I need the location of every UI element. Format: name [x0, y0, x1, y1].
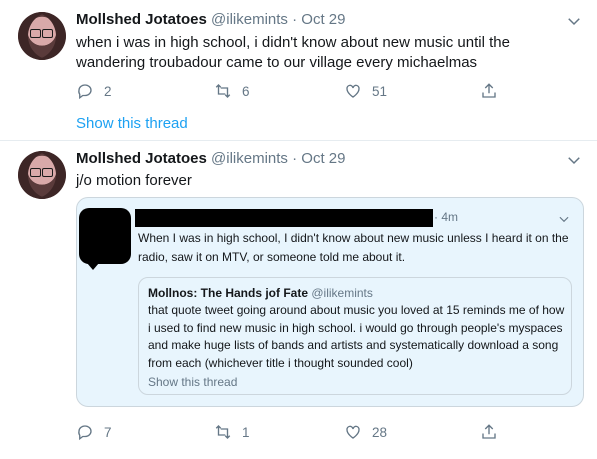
nested-author-name: Mollnos: The Hands jof Fate — [148, 286, 309, 300]
tweet-text: j/o motion forever — [76, 172, 192, 189]
share-icon — [482, 424, 496, 439]
redacted-author — [135, 209, 433, 227]
nested-tweet-header: Mollnos: The Hands jof Fate @ilikemints — [148, 286, 373, 300]
retweet-icon — [215, 425, 231, 439]
like-button[interactable]: 51 — [344, 80, 387, 102]
like-button[interactable]: 28 — [344, 421, 387, 443]
author-handle[interactable]: @ilikemints — [211, 11, 288, 28]
nested-quoted-tweet[interactable]: Mollnos: The Hands jof Fate @ilikemints … — [138, 277, 572, 395]
retweet-count: 1 — [242, 424, 250, 440]
author-handle[interactable]: @ilikemints — [211, 150, 288, 167]
avatar[interactable] — [18, 151, 66, 199]
quoted-tweet-time[interactable]: · 4m — [434, 210, 458, 224]
tweet-header: Mollshed Jotatoes @ilikemints · Oct 29 — [76, 149, 345, 169]
quoted-tweet-card[interactable]: · 4m When I was in high school, I didn't… — [76, 197, 584, 407]
chevron-down-icon[interactable] — [557, 212, 571, 226]
retweet-count: 6 — [242, 83, 250, 99]
reply-icon — [78, 84, 92, 100]
tweet-actions: 7 1 28 — [76, 421, 496, 443]
reply-icon — [78, 425, 92, 441]
reply-count: 7 — [104, 424, 112, 440]
like-count: 28 — [372, 424, 388, 440]
author-name[interactable]: Mollshed Jotatoes — [76, 11, 207, 28]
share-icon — [482, 83, 496, 98]
retweet-icon — [215, 84, 231, 98]
reply-count: 2 — [104, 83, 112, 99]
tweet-actions: 2 6 51 — [76, 80, 496, 102]
avatar[interactable] — [18, 12, 66, 60]
nested-author-handle: @ilikemints — [311, 286, 373, 300]
heart-icon — [346, 84, 360, 98]
like-count: 51 — [372, 83, 388, 99]
tweet-header: Mollshed Jotatoes @ilikemints · Oct 29 — [76, 10, 345, 30]
tweet-date[interactable]: Oct 29 — [301, 11, 345, 28]
show-thread-link[interactable]: Show this thread — [76, 115, 188, 132]
tweet-text-line-2: wandering troubadour came to our village… — [76, 54, 478, 71]
share-button[interactable] — [480, 421, 508, 443]
nested-tweet-text: that quote tweet going around about musi… — [148, 303, 565, 370]
share-button[interactable] — [480, 80, 508, 102]
tweet-date[interactable]: Oct 29 — [301, 150, 345, 167]
tweet-1[interactable]: Mollshed Jotatoes @ilikemints · Oct 29 w… — [0, 0, 597, 140]
quoted-tweet-text: When I was in high school, I didn't know… — [138, 231, 569, 264]
redacted-avatar — [79, 208, 131, 270]
author-name[interactable]: Mollshed Jotatoes — [76, 150, 207, 167]
reply-button[interactable]: 2 — [76, 80, 112, 102]
nested-show-thread-link[interactable]: Show this thread — [148, 375, 237, 389]
reply-button[interactable]: 7 — [76, 421, 112, 443]
retweet-button[interactable]: 1 — [214, 421, 250, 443]
separator-dot: · — [292, 150, 298, 167]
heart-icon — [346, 425, 360, 439]
separator-dot: · — [292, 11, 298, 28]
tweet-text-line-1: when i was in high school, i didn't know… — [76, 34, 510, 51]
retweet-button[interactable]: 6 — [214, 80, 250, 102]
chevron-down-icon[interactable] — [565, 151, 583, 169]
chevron-down-icon[interactable] — [565, 12, 583, 30]
